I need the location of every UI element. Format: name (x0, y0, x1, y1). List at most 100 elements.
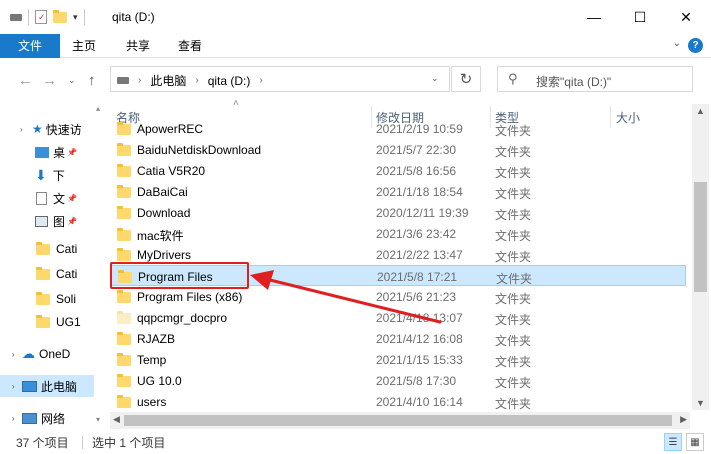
folder-icon (117, 373, 131, 387)
maximize-button[interactable]: ☐ (617, 0, 663, 34)
drive-icon[interactable] (10, 13, 22, 21)
file-row[interactable]: Program Files (x86) 2021/5/6 21:23 文件夹 (110, 286, 686, 307)
large-icons-view-icon[interactable]: ▦ (686, 433, 704, 451)
file-row[interactable]: DaBaiCai 2021/1/18 18:54 文件夹 (110, 181, 686, 202)
file-row[interactable]: BaiduNetdiskDownload 2021/5/7 22:30 文件夹 (110, 139, 686, 160)
tab-file[interactable]: 文件 (0, 34, 60, 58)
file-name-cell: users (117, 394, 166, 409)
scroll-down-icon[interactable]: ▼ (696, 398, 705, 408)
address-dropdown-icon[interactable]: ⌄ (431, 73, 439, 84)
file-name-cell: Program Files (118, 269, 213, 284)
nav-item-label: Cati (56, 267, 78, 281)
download-icon: ⬇ (35, 166, 47, 183)
refresh-button[interactable]: ↻ (451, 66, 481, 92)
scroll-left-icon[interactable]: ◀ (113, 414, 120, 425)
file-name: mac软件 (137, 229, 184, 243)
scroll-down-icon[interactable]: ▾ (96, 415, 100, 424)
file-name-cell: DaBaiCai (117, 184, 188, 199)
new-folder-icon[interactable] (53, 9, 67, 23)
nav-item-label: 桌 (53, 145, 66, 160)
scroll-up-icon[interactable]: ▴ (96, 104, 100, 113)
file-date: 2021/4/18 13:07 (376, 311, 463, 325)
folder-icon (118, 269, 132, 283)
file-row[interactable]: mac软件 2021/3/6 23:42 文件夹 (110, 223, 686, 244)
nav-item-folder[interactable]: Soli (0, 288, 94, 310)
nav-item-quick-access[interactable]: › ★ 快速访 (0, 118, 94, 140)
file-date: 2021/5/8 16:56 (376, 164, 457, 178)
nav-item-onedrive[interactable]: › ☁ OneD (0, 343, 94, 365)
file-row[interactable]: Catia V5R20 2021/5/8 16:56 文件夹 (110, 160, 686, 181)
help-icon[interactable]: ? (688, 38, 703, 53)
file-list: ApowerREC 2021/2/19 10:59 文件夹 BaiduNetdiskD… (110, 120, 690, 412)
file-type: 文件夹 (495, 292, 532, 306)
nav-item-this-pc[interactable]: › 此电脑 (0, 375, 94, 397)
address-bar[interactable]: › 此电脑 › qita (D:) › ⌄ (110, 66, 450, 92)
pin-icon: 📌 (67, 216, 77, 226)
file-list-vertical-scrollbar[interactable]: ▲ ▼ (692, 104, 709, 410)
file-row[interactable]: qqpcmgr_docpro 2021/4/18 13:07 文件夹 (110, 307, 686, 328)
breadcrumb-this-pc[interactable]: 此电脑 (150, 72, 186, 89)
folder-icon (117, 352, 131, 366)
file-list-horizontal-scrollbar[interactable]: ◀ ▶ (110, 412, 690, 429)
nav-item-downloads[interactable]: ⬇ 下 (0, 164, 94, 186)
tab-home[interactable]: 主页 (62, 34, 106, 58)
recent-locations-icon[interactable]: ⌄ (68, 75, 76, 86)
file-type: 文件夹 (495, 334, 532, 348)
file-row[interactable]: users 2021/4/10 16:14 文件夹 (110, 391, 686, 412)
file-row[interactable]: MyDrivers 2021/2/22 13:47 文件夹 (110, 244, 686, 265)
nav-item-desktop[interactable]: 桌 📌 (0, 141, 94, 163)
tab-view[interactable]: 查看 (168, 34, 212, 58)
quick-access-toolbar: ✓ ▾ (10, 9, 85, 25)
properties-icon[interactable]: ✓ (35, 10, 47, 24)
file-row[interactable]: RJAZB 2021/4/12 16:08 文件夹 (110, 328, 686, 349)
file-name: Download (137, 206, 191, 220)
chevron-right-icon[interactable]: › (259, 75, 262, 86)
chevron-right-icon[interactable]: › (138, 75, 141, 86)
refresh-icon: ↻ (459, 71, 473, 88)
nav-item-folder[interactable]: UG1 (0, 311, 94, 333)
file-row[interactable]: Temp 2021/1/15 15:33 文件夹 (110, 349, 686, 370)
minimize-button[interactable]: — (571, 0, 617, 34)
file-name: qqpcmgr_docpro (137, 311, 228, 325)
status-divider (82, 436, 83, 449)
forward-arrow-icon[interactable]: → (42, 72, 57, 89)
folder-icon (117, 142, 131, 156)
scroll-up-icon[interactable]: ▲ (696, 106, 705, 116)
nav-item-network[interactable]: › 网络 (0, 407, 94, 429)
details-view-icon[interactable]: ☰ (664, 433, 682, 451)
file-row[interactable]: Download 2020/12/11 19:39 文件夹 (110, 202, 686, 223)
file-date: 2021/1/18 18:54 (376, 185, 463, 199)
title-bar: ✓ ▾ qita (D:) — ☐ ✕ (0, 0, 711, 34)
nav-item-documents[interactable]: 文 📌 (0, 187, 94, 209)
chevron-right-icon: › (12, 381, 15, 391)
customize-toolbar-icon[interactable]: ▾ (73, 12, 78, 23)
file-name-cell: Program Files (x86) (117, 289, 242, 304)
nav-item-folder[interactable]: Cati (0, 263, 94, 285)
scrollbar-thumb[interactable] (694, 182, 707, 292)
search-icon: ⚲ (508, 71, 518, 86)
nav-item-label: 图 (53, 214, 66, 229)
expand-ribbon-icon[interactable]: ⌄ (673, 38, 681, 49)
file-row[interactable]: UG 10.0 2021/5/8 17:30 文件夹 (110, 370, 686, 391)
file-name: Temp (137, 353, 167, 367)
scroll-right-icon[interactable]: ▶ (680, 414, 687, 425)
folder-icon (117, 394, 131, 408)
chevron-right-icon[interactable]: › (195, 75, 198, 86)
up-arrow-icon[interactable]: ↑ (88, 72, 96, 89)
file-type: 文件夹 (495, 376, 532, 390)
nav-item-folder[interactable]: Cati (0, 238, 94, 260)
close-button[interactable]: ✕ (663, 0, 709, 34)
back-arrow-icon[interactable]: ← (18, 72, 33, 89)
search-input[interactable]: ⚲ 搜索"qita (D:)" (497, 66, 693, 92)
nav-item-pictures[interactable]: 图 📌 (0, 210, 94, 232)
file-row[interactable]: Program Files 2021/5/8 17:21 文件夹 (110, 265, 686, 286)
nav-pane-scrollbar[interactable]: ▴ ▾ (94, 104, 108, 430)
breadcrumb-drive[interactable]: qita (D:) (208, 74, 251, 88)
file-row[interactable]: ApowerREC 2021/2/19 10:59 文件夹 (110, 120, 686, 139)
scrollbar-thumb[interactable] (124, 415, 672, 426)
tab-share[interactable]: 共享 (116, 34, 160, 58)
file-name: RJAZB (137, 332, 176, 346)
file-date: 2021/5/7 22:30 (376, 143, 457, 157)
nav-item-label: 快速访 (45, 122, 82, 137)
folder-icon (36, 314, 50, 328)
